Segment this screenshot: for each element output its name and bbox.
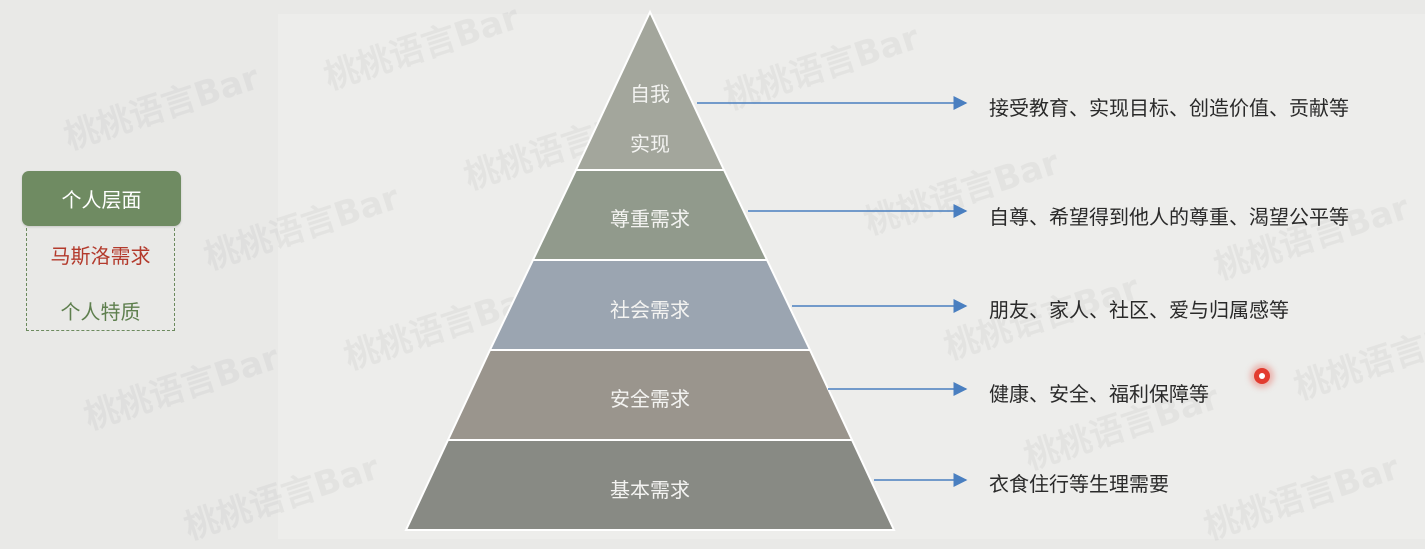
description-self-actualization: 接受教育、实现目标、创造价值、贡献等 xyxy=(989,96,1349,120)
description-esteem: 自尊、希望得到他人的尊重、渴望公平等 xyxy=(989,205,1349,229)
description-social: 朋友、家人、社区、爱与归属感等 xyxy=(989,298,1289,322)
level-label-self-actualization-line2: 实现 xyxy=(630,132,670,156)
level-label-basic: 基本需求 xyxy=(610,478,690,502)
description-safety: 健康、安全、福利保障等 xyxy=(989,382,1209,406)
level-label-social: 社会需求 xyxy=(610,298,690,322)
pyramid-diagram xyxy=(404,9,968,531)
laser-pointer-icon xyxy=(1254,368,1270,384)
level-label-self-actualization-line1: 自我 xyxy=(630,82,670,106)
level-label-safety: 安全需求 xyxy=(610,387,690,411)
description-basic: 衣食住行等生理需要 xyxy=(989,472,1169,496)
level-label-esteem: 尊重需求 xyxy=(610,207,690,231)
